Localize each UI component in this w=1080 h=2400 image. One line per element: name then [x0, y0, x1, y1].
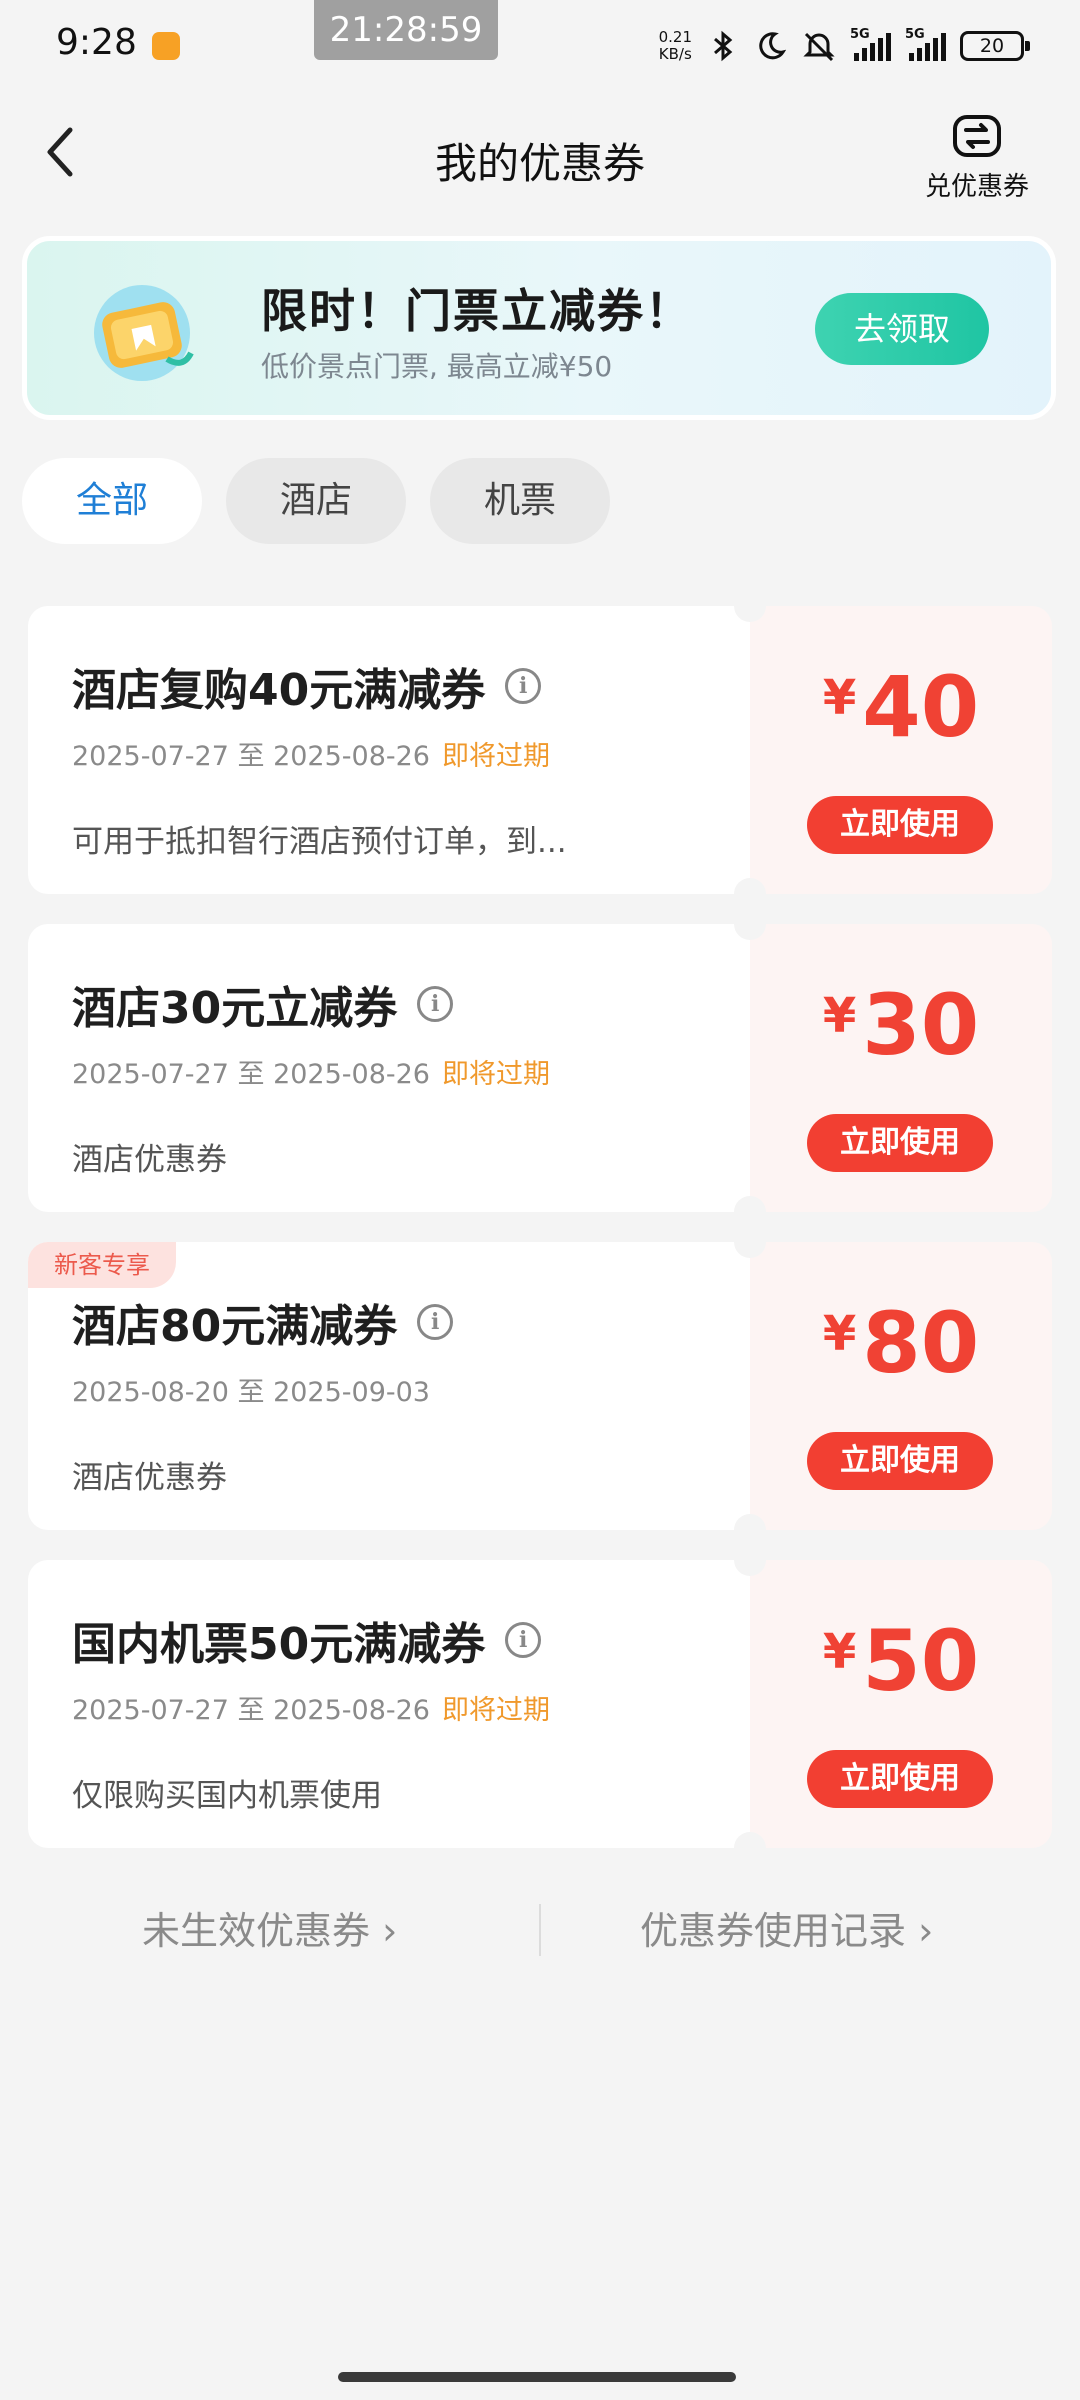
banner-title: 限时！门票立减券！: [261, 284, 693, 338]
use-now-button[interactable]: 立即使用: [807, 1432, 993, 1490]
use-now-button[interactable]: 立即使用: [807, 1114, 993, 1172]
exchange-icon: [953, 115, 1001, 157]
coupon-name: 国内机票50元满减券: [72, 1619, 486, 1670]
tab-hotel[interactable]: 酒店: [226, 458, 406, 544]
signal-2-icon: 5G: [905, 27, 946, 61]
coupon-name: 酒店复购40元满减券: [72, 665, 486, 716]
app-notification-icon: [152, 32, 180, 60]
coupon-amount: ¥30: [822, 976, 980, 1074]
coupon-amount: ¥50: [822, 1612, 980, 1710]
coupon-date-range: 2025-07-27 至 2025-08-26: [72, 741, 430, 772]
coupon-notch: [734, 1544, 766, 1576]
footer-links: 未生效优惠券 › 优惠券使用记录 ›: [0, 1896, 1080, 1966]
coupon-description: 可用于抵扣智行酒店预付订单，到...: [72, 824, 567, 860]
coupon-description: 酒店优惠券: [72, 1142, 227, 1178]
tab-all[interactable]: 全部: [22, 458, 202, 544]
info-icon[interactable]: i: [505, 1622, 542, 1658]
coupon-notch: [734, 590, 766, 622]
coupon-description: 仅限购买国内机票使用: [72, 1778, 382, 1814]
coupon-description: 酒店优惠券: [72, 1460, 227, 1496]
coupon-history-link[interactable]: 优惠券使用记录 ›: [640, 1896, 933, 1966]
status-bar: 9:28 21:28:59 0.21 KB/s 5G 5G 20: [0, 0, 1080, 90]
home-indicator[interactable]: [338, 2372, 736, 2382]
coupon-info: 酒店复购40元满减券 i 2025-07-27 至 2025-08-26 即将过期…: [28, 606, 750, 894]
coupon-notch: [734, 1832, 766, 1864]
coupon-card[interactable]: 国内机票50元满减券 i 2025-07-27 至 2025-08-26 即将过期…: [28, 1544, 1052, 1864]
new-customer-tag: 新客专享: [28, 1242, 176, 1288]
exchange-coupon-button[interactable]: 兑优惠券: [912, 114, 1042, 204]
coupon-card[interactable]: 酒店复购40元满减券 i 2025-07-27 至 2025-08-26 即将过期…: [28, 590, 1052, 910]
coupon-date-range: 2025-07-27 至 2025-08-26: [72, 1059, 430, 1090]
use-now-button[interactable]: 立即使用: [807, 1750, 993, 1808]
moon-icon: [754, 29, 788, 63]
clock-overlay: 21:28:59: [314, 0, 498, 60]
coupon-list: 酒店复购40元满减券 i 2025-07-27 至 2025-08-26 即将过期…: [28, 590, 1052, 1878]
info-icon[interactable]: i: [417, 986, 454, 1022]
status-time: 9:28: [56, 22, 137, 63]
banner-subtitle: 低价景点门票, 最高立减¥50: [261, 350, 613, 383]
expire-badge: 即将过期: [442, 1695, 550, 1726]
coupon-notch: [734, 1514, 766, 1546]
net-speed: 0.21 KB/s: [658, 28, 692, 63]
inactive-coupons-link[interactable]: 未生效优惠券 ›: [142, 1896, 397, 1966]
info-icon[interactable]: i: [417, 1304, 454, 1340]
coupon-notch: [734, 1226, 766, 1258]
coupon-name: 酒店80元满减券: [72, 1301, 398, 1352]
coupon-amount: ¥40: [822, 658, 980, 756]
coupon-value-panel: ¥80 立即使用: [750, 1242, 1052, 1530]
expire-badge: 即将过期: [442, 741, 550, 772]
coupon-value-panel: ¥40 立即使用: [750, 606, 1052, 894]
coupon-date-range: 2025-07-27 至 2025-08-26: [72, 1695, 430, 1726]
coupon-name: 酒店30元立减券: [72, 983, 398, 1034]
exchange-coupon-label: 兑优惠券: [924, 172, 1029, 202]
signal-1-icon: 5G: [850, 27, 891, 61]
coupon-amount: ¥80: [822, 1294, 980, 1392]
coupon-date-range: 2025-08-20 至 2025-09-03: [72, 1377, 430, 1408]
coupon-info: 酒店30元立减券 i 2025-07-27 至 2025-08-26 即将过期 酒…: [28, 924, 750, 1212]
coupon-card[interactable]: 新客专享 酒店80元满减券 i 2025-08-20 至 2025-09-03 …: [28, 1226, 1052, 1546]
coupon-info: 国内机票50元满减券 i 2025-07-27 至 2025-08-26 即将过期…: [28, 1560, 750, 1848]
expire-badge: 即将过期: [442, 1059, 550, 1090]
filter-tabs: 全部 酒店 机票: [22, 458, 610, 544]
use-now-button[interactable]: 立即使用: [807, 796, 993, 854]
coupon-value-panel: ¥50 立即使用: [750, 1560, 1052, 1848]
claim-button[interactable]: 去领取: [815, 293, 989, 365]
coupon-notch: [734, 878, 766, 910]
divider: [539, 1904, 541, 1956]
coupon-card[interactable]: 酒店30元立减券 i 2025-07-27 至 2025-08-26 即将过期 酒…: [28, 908, 1052, 1228]
mute-icon: [802, 29, 836, 63]
battery-indicator: 20: [960, 31, 1030, 61]
coupon-info: 新客专享 酒店80元满减券 i 2025-08-20 至 2025-09-03 …: [28, 1242, 750, 1530]
nav-bar: 我的优惠券 兑优惠券: [0, 100, 1080, 210]
ticket-icon: [94, 285, 194, 381]
info-icon[interactable]: i: [505, 668, 542, 704]
coupon-notch: [734, 908, 766, 940]
tab-flight[interactable]: 机票: [430, 458, 610, 544]
status-icons: 0.21 KB/s 5G 5G 20: [658, 24, 1030, 68]
coupon-value-panel: ¥30 立即使用: [750, 924, 1052, 1212]
promo-banner[interactable]: 限时！门票立减券！ 低价景点门票, 最高立减¥50 去领取: [22, 236, 1056, 420]
bluetooth-icon: [706, 29, 740, 63]
coupon-notch: [734, 1196, 766, 1228]
